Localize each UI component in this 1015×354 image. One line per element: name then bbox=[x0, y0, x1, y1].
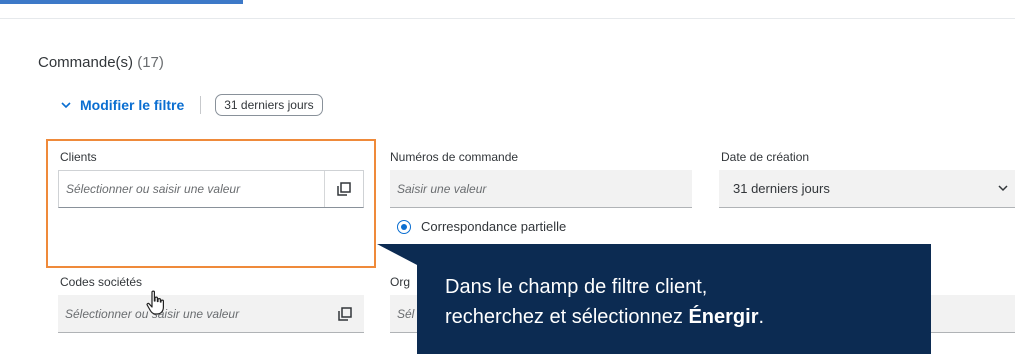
tutorial-callout: Dans le champ de filtre client, recherch… bbox=[417, 244, 931, 354]
callout-text: Dans le champ de filtre client, recherch… bbox=[445, 272, 764, 332]
clients-label: Clients bbox=[60, 150, 97, 164]
company-codes-value-help-button[interactable] bbox=[326, 295, 364, 332]
active-tab-indicator bbox=[0, 0, 243, 4]
creation-date-label: Date de création bbox=[721, 150, 810, 164]
callout-client-name: Énergir bbox=[688, 306, 759, 328]
company-codes-label: Codes sociétés bbox=[60, 275, 143, 289]
order-numbers-input[interactable]: Saisir une valeur bbox=[390, 170, 692, 208]
callout-line-2-suffix: . bbox=[758, 306, 765, 328]
next-field-input[interactable] bbox=[925, 295, 1015, 333]
callout-pointer bbox=[377, 244, 419, 266]
value-help-icon bbox=[337, 182, 351, 196]
clients-input[interactable]: Sélectionner ou saisir une valeur bbox=[58, 170, 364, 208]
modify-filter-toggle[interactable]: Modifier le filtre bbox=[60, 97, 184, 113]
chevron-down-icon bbox=[61, 102, 71, 109]
org-label: Org bbox=[390, 275, 411, 289]
creation-date-select[interactable]: 31 derniers jours bbox=[719, 170, 1015, 208]
modify-filter-label: Modifier le filtre bbox=[80, 97, 185, 113]
orders-section-title: Commande(s) (17) bbox=[38, 54, 164, 71]
partial-match-option[interactable]: Correspondance partielle bbox=[397, 219, 566, 234]
radio-selected-dot bbox=[401, 223, 407, 230]
creation-date-value: 31 derniers jours bbox=[733, 181, 830, 196]
callout-line-1: Dans le champ de filtre client, bbox=[445, 276, 708, 298]
orders-title: Commande(s) bbox=[38, 54, 134, 71]
org-placeholder: Sél bbox=[397, 306, 415, 321]
period-token[interactable]: 31 derniers jours bbox=[215, 94, 323, 116]
chevron-down-icon bbox=[998, 185, 1008, 192]
hand-cursor-icon bbox=[146, 290, 164, 315]
clients-value-help-button[interactable] bbox=[324, 171, 363, 207]
callout-line-2-prefix: recherchez et sélectionnez bbox=[445, 306, 689, 328]
callout-line-2: recherchez et sélectionnez Énergir. bbox=[445, 302, 764, 332]
tab-bar-divider bbox=[0, 18, 1015, 19]
filter-separator bbox=[200, 96, 202, 114]
partial-match-label: Correspondance partielle bbox=[421, 219, 567, 234]
clients-placeholder: Sélectionner ou saisir une valeur bbox=[66, 182, 241, 196]
partial-match-radio[interactable] bbox=[397, 219, 411, 234]
company-codes-input[interactable]: Sélectionner ou saisir une valeur bbox=[58, 295, 364, 333]
order-numbers-label: Numéros de commande bbox=[390, 150, 519, 164]
order-numbers-placeholder: Saisir une valeur bbox=[397, 181, 487, 196]
value-help-icon bbox=[338, 306, 352, 321]
orders-count: (17) bbox=[137, 54, 164, 71]
filter-bar: Modifier le filtre 31 derniers jours bbox=[60, 92, 323, 118]
